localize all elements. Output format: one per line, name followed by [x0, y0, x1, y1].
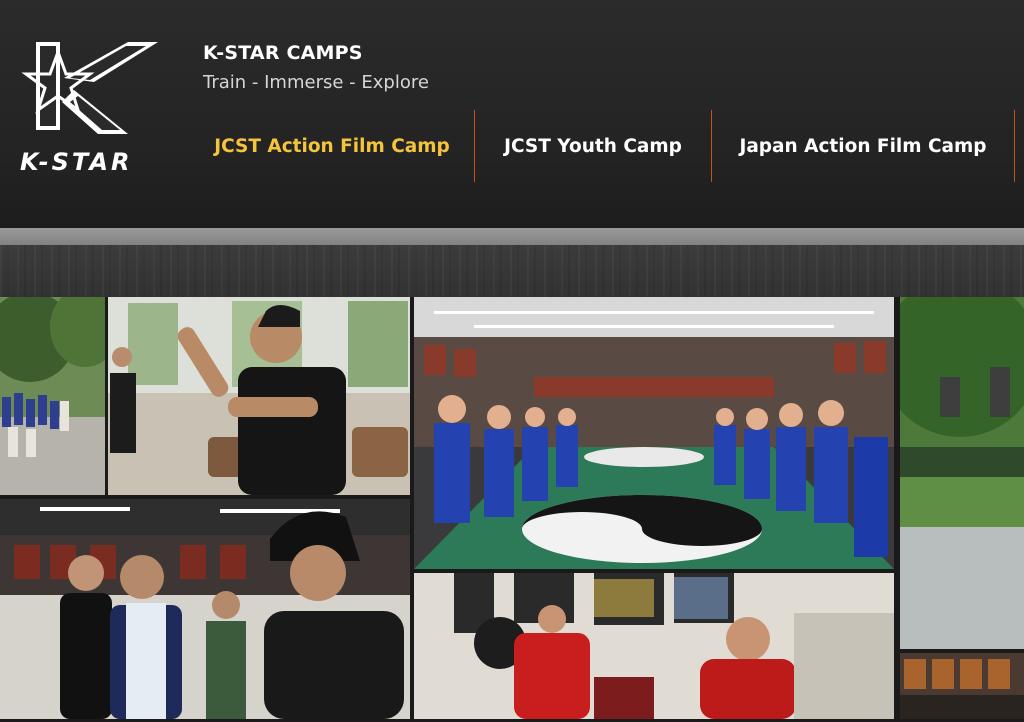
k-star-logo[interactable]: K-STAR	[16, 38, 164, 180]
photo-gallery	[0, 297, 1024, 722]
brand-title: K-STAR CAMPS	[203, 42, 363, 64]
nav-item-japan-action-film-camp[interactable]: Japan Action Film Camp	[712, 110, 1015, 182]
training-hall-yin-yang-photo	[414, 297, 894, 569]
nav-item-jcst-action-film-camp[interactable]: JCST Action Film Camp	[190, 110, 475, 182]
temple-courtyard-photo	[900, 297, 1024, 649]
brand-tagline: Train - Immerse - Explore	[203, 72, 429, 93]
k-star-logo-mark	[21, 42, 158, 134]
site-header: K-STAR K-STAR CAMPS Train - Immerse - Ex…	[0, 0, 1024, 228]
instructor-demonstration-photo	[108, 297, 410, 495]
wood-texture-band	[0, 245, 1024, 297]
camp-nav: JCST Action Film Camp JCST Youth Camp Ja…	[190, 110, 1015, 182]
film-set-crew-photo	[0, 499, 410, 719]
header-separator	[0, 228, 1024, 245]
logo-text: K-STAR	[20, 148, 132, 176]
outdoor-group-training-photo	[0, 297, 105, 495]
poster-wall-photo	[900, 653, 1024, 719]
interview-session-photo	[414, 573, 894, 719]
nav-item-jcst-youth-camp[interactable]: JCST Youth Camp	[475, 110, 712, 182]
